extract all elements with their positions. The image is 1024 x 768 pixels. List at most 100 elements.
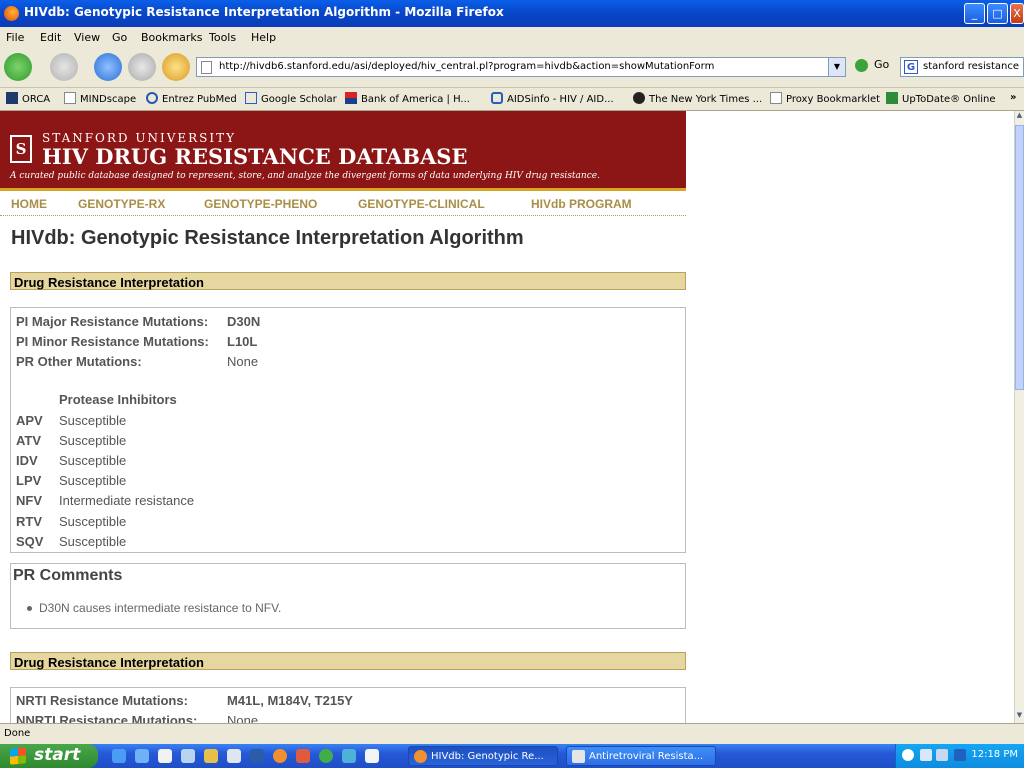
stop-button[interactable]: [128, 53, 156, 81]
bookmarks-toolbar: ORCA MINDscape Entrez PubMed Google Scho…: [0, 88, 1024, 111]
drug-code: NFV: [16, 493, 42, 508]
bookmark-entrez-pubmed[interactable]: Entrez PubMed: [146, 92, 237, 105]
vertical-scrollbar[interactable]: ▲ ▼: [1014, 111, 1024, 723]
reload-button[interactable]: [94, 53, 122, 81]
desktop-icon[interactable]: [181, 749, 195, 763]
app-icon[interactable]: [296, 749, 310, 763]
explorer-icon[interactable]: [204, 749, 218, 763]
network-icon[interactable]: [920, 749, 932, 761]
bookmark-uptodate[interactable]: UpToDate® Online: [886, 92, 996, 105]
orca-icon: [6, 92, 18, 104]
scroll-down-icon[interactable]: ▼: [1015, 711, 1024, 723]
taskbar-item-powerpoint[interactable]: Antiretroviral Resista...: [566, 746, 716, 766]
mutation-label: PI Major Resistance Mutations:: [16, 314, 209, 329]
folder-icon[interactable]: [227, 749, 241, 763]
forward-button[interactable]: [50, 53, 78, 81]
mutation-value: None: [227, 354, 259, 369]
menu-file[interactable]: File: [6, 31, 24, 44]
window-title-bar[interactable]: HIVdb: Genotypic Resistance Interpretati…: [0, 0, 1024, 27]
nav-genotype-rx[interactable]: GENOTYPE-RX: [78, 197, 165, 211]
app-icon[interactable]: [319, 749, 333, 763]
go-button[interactable]: Go: [855, 58, 889, 72]
minimize-button[interactable]: _: [964, 3, 985, 24]
ie-icon[interactable]: [112, 749, 126, 763]
start-button[interactable]: start: [0, 744, 98, 768]
menu-help[interactable]: Help: [251, 31, 276, 44]
scroll-up-icon[interactable]: ▲: [1015, 111, 1024, 123]
bookmark-aidsinfo[interactable]: AIDSinfo - HIV / AID...: [491, 92, 614, 105]
menu-edit[interactable]: Edit: [40, 31, 61, 44]
scrollbar-thumb[interactable]: [1015, 125, 1024, 390]
system-tray: 12:18 PM: [895, 744, 1024, 768]
menu-go[interactable]: Go: [112, 31, 127, 44]
banner-tagline: A curated public database designed to re…: [10, 171, 600, 181]
nav-genotype-pheno[interactable]: GENOTYPE-PHENO: [204, 197, 317, 211]
menu-view[interactable]: View: [74, 31, 100, 44]
nav-home[interactable]: HOME: [11, 197, 47, 211]
tray-arrow-icon[interactable]: [902, 749, 914, 761]
chevron-more-icon[interactable]: »: [1010, 92, 1016, 103]
menu-bookmarks[interactable]: Bookmarks: [141, 31, 202, 44]
bookmark-new-york-times[interactable]: The New York Times ...: [633, 92, 762, 105]
word-icon[interactable]: [250, 749, 264, 763]
google-icon: G: [904, 60, 918, 74]
mutation-value: L10L: [227, 334, 258, 349]
nav-genotype-clinical[interactable]: GENOTYPE-CLINICAL: [358, 197, 485, 211]
maximize-button[interactable]: □: [987, 3, 1008, 24]
mutation-label: PR Other Mutations:: [16, 354, 142, 369]
menu-bar: File Edit View Go Bookmarks Tools Help: [0, 27, 1024, 47]
start-label: start: [34, 745, 81, 765]
drug-result: Susceptible: [59, 433, 127, 448]
bookmark-proxy-bookmarklet[interactable]: Proxy Bookmarklet: [770, 92, 880, 105]
firefox-icon: [4, 6, 19, 21]
ncbi-icon: [146, 92, 158, 104]
drug-result: Susceptible: [59, 534, 127, 549]
url-dropdown-button[interactable]: ▼: [828, 58, 845, 76]
bookmark-bank-of-america[interactable]: Bank of America | H...: [345, 92, 470, 105]
navigation-toolbar: http://hivdb6.stanford.edu/asi/deployed/…: [0, 47, 1024, 88]
page-icon: [64, 92, 76, 104]
site-banner: S STANFORD UNIVERSITY HIV DRUG RESISTANC…: [0, 111, 686, 191]
window-title: HIVdb: Genotypic Resistance Interpretati…: [24, 5, 504, 19]
mutation-value: M41L, M184V, T215Y: [227, 693, 353, 708]
app-icon[interactable]: [342, 749, 356, 763]
drug-result: Susceptible: [59, 453, 127, 468]
bookmark-orca[interactable]: ORCA: [6, 92, 50, 105]
drug-code: SQV: [16, 534, 44, 549]
menu-tools[interactable]: Tools: [209, 31, 236, 44]
nav-hivdb-program[interactable]: HIVdb PROGRAM: [531, 197, 632, 211]
drug-class-heading: Protease Inhibitors: [59, 392, 177, 407]
mutation-value: None: [227, 713, 259, 723]
search-text: stanford resistance: [923, 61, 1019, 72]
volume-icon[interactable]: [936, 749, 948, 761]
page-icon: [201, 61, 212, 74]
search-input[interactable]: G stanford resistance: [900, 57, 1024, 77]
windows-taskbar: start HIVdb: Genotypic Re... Antiretrovi…: [0, 744, 1024, 768]
page-icon: [770, 92, 782, 104]
bookmark-mindscape[interactable]: MINDscape: [64, 92, 136, 105]
uptodate-icon: [886, 92, 898, 104]
firefox-icon[interactable]: [273, 749, 287, 763]
bookmark-google-scholar[interactable]: Google Scholar: [245, 92, 337, 105]
url-text: http://hivdb6.stanford.edu/asi/deployed/…: [219, 61, 715, 72]
drug-result: Susceptible: [59, 514, 127, 529]
google-icon: [245, 92, 257, 104]
back-button[interactable]: [4, 53, 32, 81]
ie-icon[interactable]: [135, 749, 149, 763]
pr-mutations-panel: PI Major Resistance Mutations: D30N PI M…: [10, 307, 686, 553]
tray-app-icon[interactable]: [954, 749, 966, 761]
windows-logo-icon: [10, 747, 26, 765]
mutation-value: D30N: [227, 314, 261, 329]
firefox-icon: [414, 750, 427, 763]
url-bar[interactable]: http://hivdb6.stanford.edu/asi/deployed/…: [196, 57, 846, 77]
home-button[interactable]: [162, 53, 190, 81]
banner-university: STANFORD UNIVERSITY: [42, 131, 237, 145]
powerpoint-icon: [572, 750, 585, 763]
mutation-label: NNRTI Resistance Mutations:: [16, 713, 198, 723]
close-button[interactable]: X: [1010, 3, 1024, 24]
taskbar-item-firefox[interactable]: HIVdb: Genotypic Re...: [408, 746, 558, 766]
media-icon[interactable]: [158, 749, 172, 763]
drug-result: Susceptible: [59, 413, 127, 428]
app-icon[interactable]: [365, 749, 379, 763]
page-title: HIVdb: Genotypic Resistance Interpretati…: [11, 227, 524, 249]
